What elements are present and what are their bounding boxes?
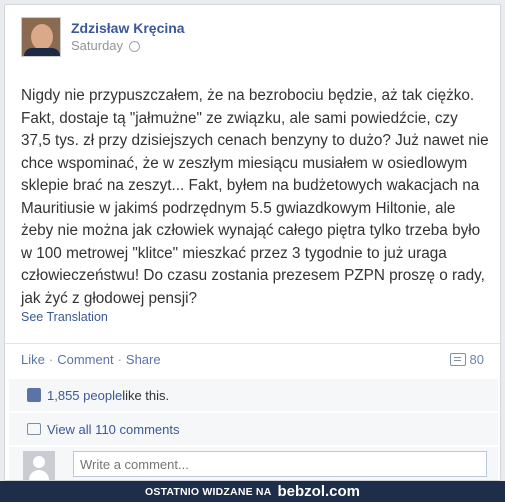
separator: · — [48, 352, 54, 367]
author-name[interactable]: Zdzisław Kręcina — [71, 19, 185, 37]
likes-row: 1,855 people like this. — [9, 379, 498, 411]
post-header: Zdzisław Kręcina Saturday — [21, 17, 185, 57]
globe-icon — [129, 40, 141, 52]
footer-brand[interactable]: bebzol.com — [277, 483, 360, 500]
view-comments-row: View all 110 comments — [9, 413, 498, 445]
post-actions: Like · Comment · Share — [21, 352, 161, 367]
like-thumb-icon — [27, 388, 41, 402]
likes-suffix: like this. — [122, 387, 170, 403]
comment-bubble-icon — [449, 353, 466, 366]
author-avatar[interactable] — [21, 17, 61, 57]
comment-count-value: 80 — [469, 352, 484, 367]
write-comment-input[interactable] — [73, 451, 487, 477]
user-avatar — [23, 451, 55, 480]
comment-count[interactable]: 80 — [449, 352, 484, 367]
post-meta: Zdzisław Kręcina Saturday — [71, 17, 185, 57]
separator: · — [117, 352, 122, 367]
likes-count-link[interactable]: 1,855 people — [47, 388, 122, 403]
comment-button[interactable]: Comment — [57, 352, 113, 367]
actions-bar: Like · Comment · Share 80 — [5, 343, 500, 375]
post-card: Zdzisław Kręcina Saturday Nigdy nie przy… — [4, 4, 501, 481]
footer-label: OSTATNIO WIDZANE NA — [145, 485, 272, 498]
comments-icon — [27, 423, 41, 435]
like-button[interactable]: Like — [21, 352, 45, 367]
post-timestamp[interactable]: Saturday — [71, 37, 123, 55]
view-all-comments-link[interactable]: View all 110 comments — [47, 422, 179, 437]
footer-banner: OSTATNIO WIDZANE NA bebzol.com — [0, 481, 505, 502]
post-body: Nigdy nie przypuszczałem, że na bezroboc… — [21, 87, 489, 307]
share-button[interactable]: Share — [126, 352, 161, 367]
write-comment-row — [9, 447, 498, 480]
post-time-row: Saturday — [71, 37, 185, 55]
see-translation-link[interactable]: See Translation — [21, 310, 108, 324]
